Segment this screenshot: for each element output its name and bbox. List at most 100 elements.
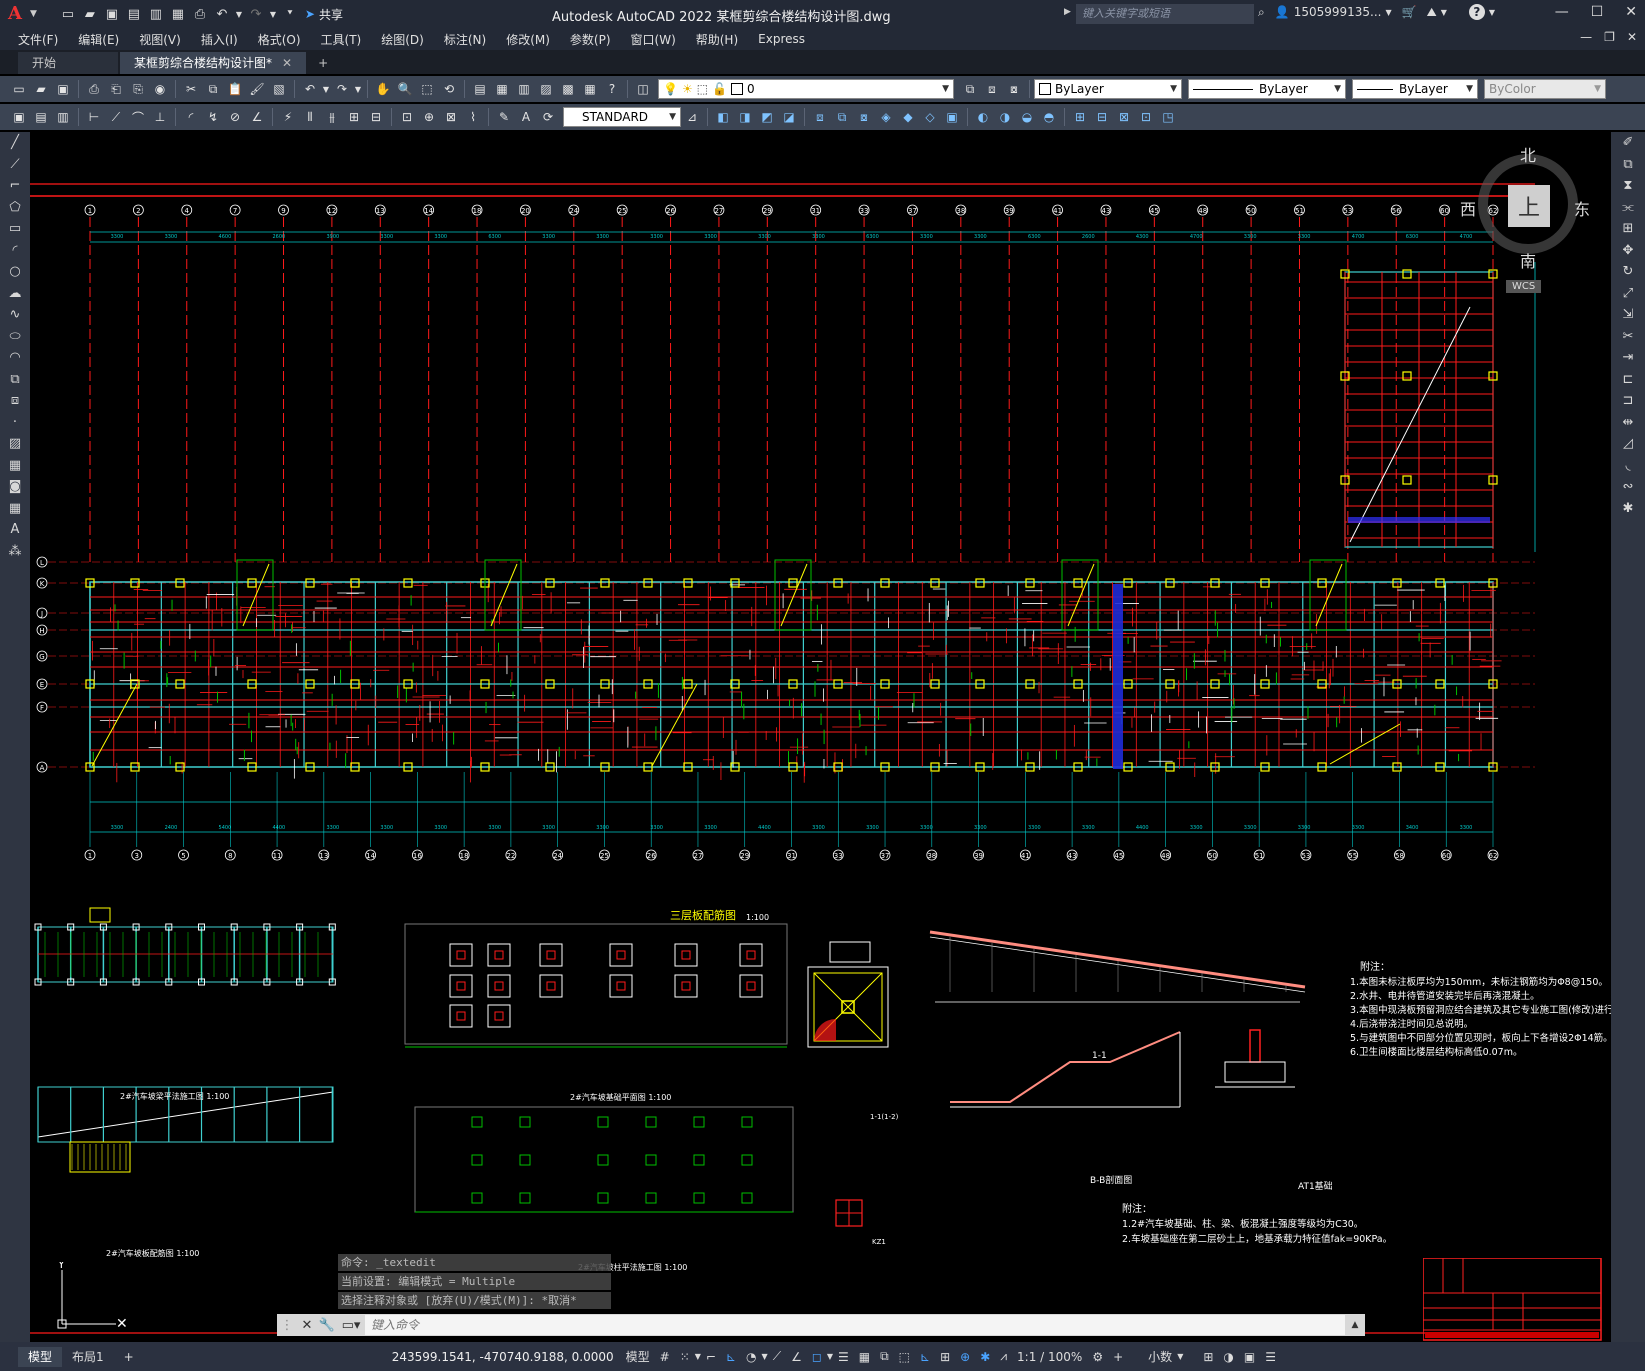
rectangle-icon[interactable]: ▭ — [0, 218, 30, 240]
infer-constraints-icon[interactable]: ⌐ — [706, 1350, 716, 1364]
open-web-icon[interactable]: ▥ — [147, 5, 165, 23]
dynamic-ucs-icon[interactable]: ⊾ — [920, 1350, 930, 1364]
array-icon[interactable]: ⊞ — [1611, 218, 1645, 240]
add-layout-button[interactable]: + — [114, 1347, 144, 1367]
annotation-visibility-icon[interactable]: ✱ — [980, 1350, 990, 1364]
lineweight-dropdown[interactable]: ByLayer ▼ — [1352, 79, 1478, 99]
new-icon[interactable]: ▭ — [9, 79, 29, 99]
zoom-window-icon[interactable]: ⬚ — [417, 79, 437, 99]
modify-3-icon[interactable]: ◩ — [757, 107, 777, 127]
radius-dim-icon[interactable]: ◜ — [181, 107, 201, 127]
block-editor-icon[interactable]: ▧ — [269, 79, 289, 99]
undo-dropdown-icon[interactable]: ▼ — [235, 5, 243, 23]
move-icon[interactable]: ✥ — [1611, 240, 1645, 262]
publish-icon[interactable]: ⎘ — [128, 79, 148, 99]
circle-icon[interactable]: ○ — [0, 261, 30, 283]
tool-palettes-icon[interactable]: ▥ — [514, 79, 534, 99]
table-icon[interactable]: ▦ — [0, 498, 30, 520]
units-chevron-icon[interactable]: ▼ — [1177, 1352, 1183, 1361]
workspace-gear-icon[interactable]: ⚙ — [1092, 1350, 1103, 1364]
help-icon[interactable]: ? — [1468, 4, 1485, 20]
paste-icon[interactable]: 📋 — [225, 79, 245, 99]
doc-restore-icon[interactable]: ❐ — [1604, 30, 1615, 44]
search-icon[interactable]: ⌕ — [1258, 5, 1265, 20]
extend-icon[interactable]: ⇥ — [1611, 347, 1645, 369]
osnap-icon[interactable]: ◻ — [812, 1350, 822, 1364]
menu-modify[interactable]: 修改(M) — [496, 31, 560, 48]
cart-icon[interactable]: 🛒 — [1402, 5, 1417, 19]
layout-tab-model[interactable]: 模型 — [18, 1346, 63, 1367]
make-block-icon[interactable]: ⧈ — [0, 390, 30, 412]
rotate-icon[interactable]: ↻ — [1611, 261, 1645, 283]
modify-17-icon[interactable]: ⊟ — [1092, 107, 1112, 127]
menu-window[interactable]: 窗口(W) — [621, 31, 686, 48]
plot-preview-icon[interactable]: ⎗ — [106, 79, 126, 99]
compass-north[interactable]: 北 — [1520, 142, 1536, 166]
revision-cloud-icon[interactable]: ☁ — [0, 283, 30, 305]
break-icon[interactable]: ⊐ — [1611, 390, 1645, 412]
annotation-scale[interactable]: 1:1 / 100% — [1017, 1350, 1082, 1364]
transparency-icon[interactable]: ▦ — [859, 1350, 870, 1364]
lineweight-icon[interactable]: ☰ — [838, 1350, 849, 1364]
tab-close-icon[interactable]: ✕ — [282, 56, 292, 70]
open-folder-icon[interactable]: ▰ — [81, 5, 99, 23]
modify-19-icon[interactable]: ⊡ — [1136, 107, 1156, 127]
trim-icon[interactable]: ✂ — [1611, 326, 1645, 348]
multiline-text-icon[interactable]: A — [0, 519, 30, 541]
wcs-menu[interactable]: WCS — [1506, 280, 1542, 293]
point-icon[interactable]: · — [0, 412, 30, 434]
tab-start[interactable]: 开始 — [18, 52, 118, 74]
plot-icon[interactable]: ⎙ — [84, 79, 104, 99]
menu-express[interactable]: Express — [748, 32, 815, 46]
tab-drawing[interactable]: 某框剪综合楼结构设计图* ✕ — [120, 52, 307, 74]
help-dropdown-icon[interactable]: ▼ — [1489, 8, 1495, 17]
menu-edit[interactable]: 编辑(E) — [68, 31, 129, 48]
menu-tools[interactable]: 工具(T) — [311, 31, 372, 48]
layer-viewport-icon[interactable]: ⬚ — [697, 82, 708, 96]
viewcube-top-face[interactable]: 上 — [1508, 185, 1550, 227]
3d-print-icon[interactable]: ◉ — [150, 79, 170, 99]
compass-south[interactable]: 南 — [1520, 248, 1536, 272]
tolerance-icon[interactable]: ⊡ — [397, 107, 417, 127]
region-icon[interactable]: ◙ — [0, 476, 30, 498]
explode-icon[interactable]: ✱ — [1611, 498, 1645, 520]
dim-space-icon[interactable]: ⊞ — [344, 107, 364, 127]
redo-dropdown-icon[interactable]: ▼ — [269, 5, 277, 23]
ellipse-arc-icon[interactable]: ◠ — [0, 347, 30, 369]
match-properties-icon[interactable]: 🖌 — [247, 79, 267, 99]
modify-13-icon[interactable]: ◑ — [995, 107, 1015, 127]
copy-icon[interactable]: ⧉ — [203, 79, 223, 99]
close-command-line-icon[interactable]: ✕ — [297, 1318, 317, 1333]
autocad-logo[interactable]: A — [8, 4, 28, 24]
modify-20-icon[interactable]: ◳ — [1158, 107, 1178, 127]
menu-insert[interactable]: 插入(I) — [191, 31, 248, 48]
isolate-objects-icon[interactable]: ◑ — [1223, 1350, 1233, 1364]
user-icon[interactable]: 👤 — [1275, 5, 1290, 19]
chamfer-icon[interactable]: ◿ — [1611, 433, 1645, 455]
fillet-icon[interactable]: ◟ — [1611, 455, 1645, 477]
units-dropdown[interactable]: 小数 — [1148, 1348, 1172, 1365]
pan-icon[interactable]: ✋ — [373, 79, 393, 99]
modify-7-icon[interactable]: ⧇ — [854, 107, 874, 127]
customize-icon[interactable]: 🔧 — [317, 1318, 337, 1333]
layer-dropdown[interactable]: 💡 ☀ ⬚ 🔓 0 ▼ — [658, 79, 954, 99]
new-file-icon[interactable]: ▭ — [59, 5, 77, 23]
search-input[interactable]: 键入关键字或短语 — [1076, 4, 1254, 24]
modify-11-icon[interactable]: ▣ — [942, 107, 962, 127]
layer-previous-icon[interactable]: ⧈ — [982, 79, 1002, 99]
zoom-realtime-icon[interactable]: 🔍 — [395, 79, 415, 99]
selection-cycling-icon[interactable]: ⧉ — [880, 1349, 889, 1364]
modify-4-icon[interactable]: ◪ — [779, 107, 799, 127]
plot-icon[interactable]: ⎙ — [191, 5, 209, 23]
markup-icon[interactable]: ▩ — [558, 79, 578, 99]
new-tab-button[interactable]: + — [308, 52, 338, 74]
user-dropdown-icon[interactable]: ▼ — [1385, 8, 1391, 17]
undo-icon[interactable]: ↶ — [213, 5, 231, 23]
layer-thaw-icon[interactable]: ☀ — [682, 82, 693, 96]
customize-qat-icon[interactable]: ⯆ — [281, 5, 299, 23]
modify-6-icon[interactable]: ⧉ — [832, 107, 852, 127]
layer-properties-icon[interactable]: ◫ — [633, 79, 653, 99]
cut-icon[interactable]: ✂ — [181, 79, 201, 99]
zoom-previous-icon[interactable]: ⟲ — [439, 79, 459, 99]
modify-12-icon[interactable]: ◐ — [973, 107, 993, 127]
